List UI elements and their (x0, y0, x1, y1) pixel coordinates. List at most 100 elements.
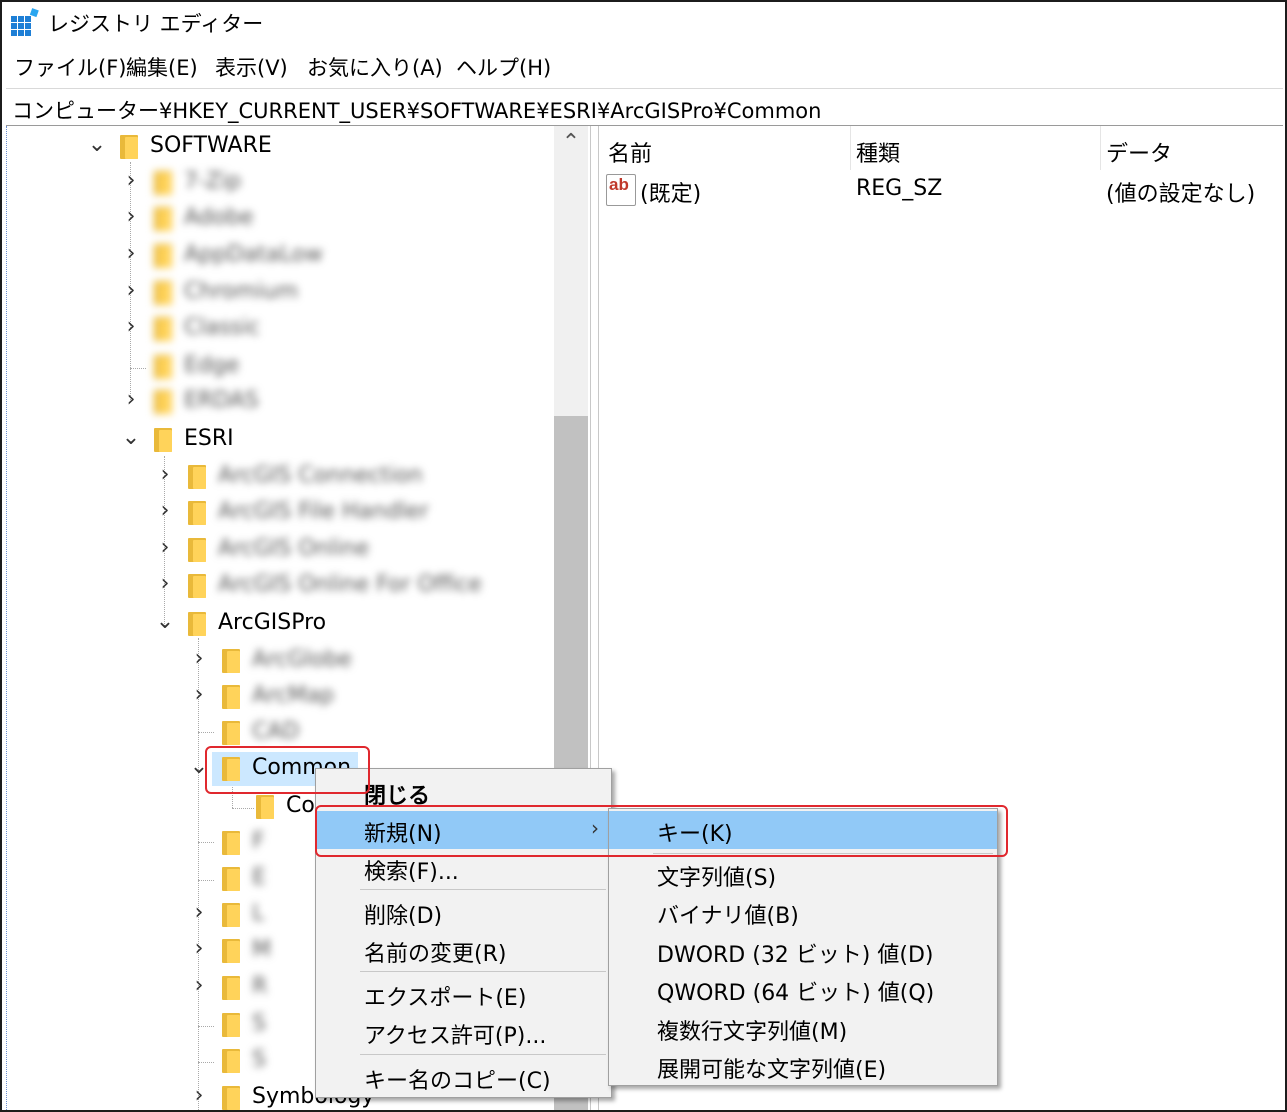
chevron-right-icon[interactable]: › (188, 973, 210, 999)
sub-expandable-string-value[interactable]: 展開可能な文字列値(E) (609, 1047, 997, 1085)
folder-icon (154, 207, 172, 231)
menu-bar: ファイル(F) 編集(E) 表示(V) お気に入り(A) ヘルプ(H) (2, 46, 1285, 86)
tree-node-label: Chromium (184, 279, 299, 304)
title-bar: レジストリ エディター (2, 2, 1285, 42)
menu-favorites[interactable]: お気に入り(A) (307, 52, 443, 82)
chevron-down-icon[interactable]: ⌄ (86, 132, 108, 158)
column-divider[interactable] (1100, 126, 1101, 170)
chevron-right-icon[interactable]: › (120, 241, 142, 267)
folder-icon (188, 465, 206, 489)
tree-node-blurred[interactable]: › ArcGIS Connection (6, 460, 556, 494)
menu-file[interactable]: ファイル(F) (14, 52, 126, 82)
tree-node-arcgispro[interactable]: ⌄ ArcGISPro (6, 607, 556, 641)
ctx-delete[interactable]: 削除(D) (316, 893, 611, 931)
folder-icon (154, 244, 172, 268)
folder-icon (188, 501, 206, 525)
column-header-type[interactable]: 種類 (856, 136, 900, 168)
folder-icon (154, 171, 172, 195)
tree-node-label: ArcGISPro (218, 610, 327, 635)
chevron-right-icon[interactable]: › (188, 936, 210, 962)
window-title: レジストリ エディター (48, 12, 264, 36)
chevron-down-icon[interactable]: ⌄ (120, 425, 142, 451)
tree-node-label: ArcMap (252, 683, 335, 708)
tree-node-label: ArcGlobe (252, 647, 352, 672)
tree-node-blurred[interactable]: › 7-Zip (6, 166, 556, 200)
tree-node-blurred[interactable]: › Classic (6, 312, 556, 346)
tree-node-label: M (252, 937, 271, 962)
tree-node-label: Co (286, 793, 315, 818)
tree-node-blurred[interactable]: › ArcGIS Online For Office (6, 569, 556, 603)
tree-node-label: F (252, 829, 265, 854)
tree-node-blurred[interactable]: › ArcMap (6, 680, 556, 714)
folder-icon (222, 721, 240, 745)
menu-separator (360, 971, 606, 972)
folder-icon (222, 976, 240, 1000)
ctx-copy-key-name[interactable]: キー名のコピー(C) (316, 1058, 611, 1096)
tree-node-label: E (252, 865, 266, 890)
tree-node-software[interactable]: ⌄ SOFTWARE (6, 130, 556, 164)
chevron-right-icon[interactable]: › (120, 387, 142, 413)
folder-icon (188, 612, 206, 636)
tree-node-esri[interactable]: ⌄ ESRI (6, 423, 556, 457)
folder-icon (120, 135, 138, 159)
menu-edit[interactable]: 編集(E) (126, 52, 198, 82)
address-path[interactable]: コンピューター¥HKEY_CURRENT_USER¥SOFTWARE¥ESRI¥… (12, 95, 821, 125)
tree-node-blurred[interactable]: › Chromium (6, 276, 556, 310)
tree-node-label: ESRI (184, 426, 234, 451)
folder-icon (256, 795, 274, 819)
sub-binary-value[interactable]: バイナリ値(B) (609, 893, 997, 931)
scroll-up-arrow-icon[interactable]: ⌃ (554, 130, 588, 160)
tree-node-blurred[interactable]: › AppDataLow (6, 239, 556, 273)
tree-node-blurred[interactable]: › ArcGIS File Handler (6, 496, 556, 530)
folder-icon (188, 574, 206, 598)
tree-node-blurred[interactable]: › ERDAS (6, 385, 556, 419)
folder-icon (222, 903, 240, 927)
chevron-right-icon[interactable]: › (120, 168, 142, 194)
tree-node-blurred[interactable]: › ArcGlobe (6, 644, 556, 678)
tree-node-blurred[interactable]: CAD (6, 716, 556, 750)
tree-node-label: SOFTWARE (150, 133, 272, 158)
tree-node-label: ArcGIS Connection (218, 463, 423, 488)
menu-separator (360, 1054, 606, 1055)
ctx-export[interactable]: エクスポート(E) (316, 975, 611, 1013)
folder-icon (222, 867, 240, 891)
sub-dword-value[interactable]: DWORD (32 ビット) 値(D) (609, 932, 997, 970)
registry-editor-app-icon (11, 8, 39, 36)
chevron-down-icon[interactable]: ⌄ (154, 609, 176, 635)
chevron-right-icon[interactable]: › (120, 278, 142, 304)
folder-icon (222, 1013, 240, 1037)
chevron-right-icon[interactable]: › (154, 498, 176, 524)
tree-node-blurred[interactable]: › ArcGIS Online (6, 533, 556, 567)
chevron-right-icon[interactable]: › (154, 535, 176, 561)
chevron-right-icon[interactable]: › (188, 646, 210, 672)
folder-icon (222, 649, 240, 673)
sub-multi-string-value[interactable]: 複数行文字列値(M) (609, 1009, 997, 1047)
chevron-right-icon[interactable]: › (188, 1083, 210, 1109)
folder-icon (154, 390, 172, 414)
menu-help[interactable]: ヘルプ(H) (456, 52, 551, 82)
chevron-right-icon[interactable]: › (154, 571, 176, 597)
folder-icon (188, 538, 206, 562)
value-data: (値の設定なし) (1106, 182, 1256, 207)
menu-view[interactable]: 表示(V) (215, 52, 288, 82)
column-header-name[interactable]: 名前 (608, 136, 652, 168)
folder-icon (222, 1049, 240, 1073)
column-header-data[interactable]: データ (1106, 136, 1172, 168)
chevron-right-icon[interactable]: › (154, 462, 176, 488)
sub-qword-value[interactable]: QWORD (64 ビット) 値(Q) (609, 970, 997, 1008)
tree-node-label: S (252, 1011, 266, 1036)
chevron-right-icon[interactable]: › (120, 314, 142, 340)
ctx-rename[interactable]: 名前の変更(R) (316, 931, 611, 969)
chevron-right-icon[interactable]: › (188, 682, 210, 708)
tree-node-label: ArcGIS File Handler (218, 499, 429, 524)
tree-node-blurred[interactable]: › Adobe (6, 202, 556, 236)
chevron-right-icon[interactable]: › (188, 900, 210, 926)
address-bar[interactable]: コンピューター¥HKEY_CURRENT_USER¥SOFTWARE¥ESRI¥… (6, 88, 1283, 126)
sub-string-value[interactable]: 文字列値(S) (609, 855, 997, 893)
ctx-permissions[interactable]: アクセス許可(P)... (316, 1013, 611, 1051)
column-divider[interactable] (850, 126, 851, 170)
tree-node-label: CAD (252, 719, 300, 744)
tree-node-label: ERDAS (184, 388, 259, 413)
tree-node-blurred[interactable]: Edge (6, 350, 556, 384)
chevron-right-icon[interactable]: › (120, 204, 142, 230)
